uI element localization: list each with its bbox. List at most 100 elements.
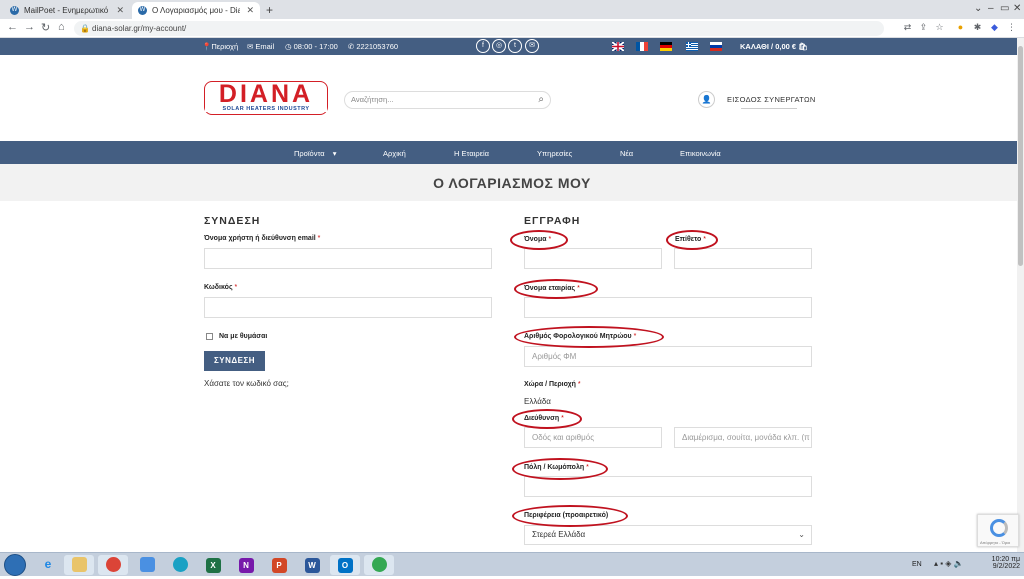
nav-item-services[interactable]: Υπηρεσίες	[537, 149, 572, 158]
chevron-down-icon: ⌄	[798, 530, 805, 539]
start-button[interactable]	[4, 554, 26, 576]
email-link[interactable]: ✉ Email	[247, 42, 274, 51]
shopping-bag-icon: 🛍	[798, 42, 808, 51]
username-label: Όνομα χρήστη ή διεύθυνση email *	[204, 235, 321, 242]
translate-icon[interactable]: ⇄	[902, 22, 913, 33]
back-icon[interactable]: ←	[7, 21, 18, 33]
bookmark-star-icon[interactable]: ☆	[934, 22, 945, 33]
remember-me-checkbox[interactable]	[206, 333, 213, 340]
password-label: Κωδικός *	[204, 284, 238, 291]
clock[interactable]: 10:20 πμ 9/2/2022	[992, 556, 1020, 570]
share-icon[interactable]: ⇪	[918, 22, 929, 33]
recaptcha-badge[interactable]: Απόρρητο - Όροι	[977, 514, 1019, 547]
url-bar[interactable]: 🔒 diana-solar.gr/my-account/	[74, 21, 884, 36]
chrome-taskbar-icon[interactable]	[98, 555, 128, 575]
forward-icon[interactable]: →	[24, 21, 35, 33]
browser-tab-account[interactable]: W Ο Λογαριασμός μου - Diana Sola ✕	[132, 2, 260, 19]
instagram-icon[interactable]: ◎	[492, 39, 506, 53]
logo-text: DIANA	[218, 80, 314, 108]
annotation-ellipse-region	[512, 505, 628, 527]
excel-taskbar-icon[interactable]: X	[198, 555, 228, 575]
scrollbar-thumb[interactable]	[1018, 46, 1023, 266]
more-menu-icon[interactable]: ⋮	[1006, 22, 1017, 33]
remember-me-label: Να με θυμάσαι	[219, 333, 268, 340]
address-line1-input[interactable]: Οδός και αριθμός	[524, 427, 662, 448]
password-input[interactable]	[204, 297, 492, 318]
annotation-ellipse-address	[512, 409, 582, 429]
country-label: Χώρα / Περιοχή *	[524, 381, 581, 388]
flag-uk-icon[interactable]	[612, 42, 624, 51]
flag-germany-icon[interactable]	[660, 42, 672, 51]
first-name-input[interactable]	[524, 248, 662, 269]
maximize-icon[interactable]: ▭	[1000, 3, 1009, 14]
nav-item-contact[interactable]: Επικοινωνία	[680, 149, 721, 158]
ie-taskbar-icon[interactable]: e	[33, 555, 63, 575]
chevron-down-icon: ▾	[332, 149, 337, 158]
site-topbar: 📍Περιοχή ✉ Email ◷ 08:00 - 17:00 ✆ 22210…	[0, 38, 1024, 55]
close-window-icon[interactable]: ✕	[1013, 3, 1021, 14]
flag-greece-icon[interactable]	[686, 42, 698, 51]
nav-item-company[interactable]: Η Εταιρεία	[454, 149, 489, 158]
extension-icon[interactable]: ●	[955, 22, 966, 33]
reload-icon[interactable]: ↻	[41, 21, 50, 34]
annotation-ellipse-vat	[514, 326, 664, 348]
email-social-icon[interactable]: ✉	[525, 39, 539, 53]
close-icon[interactable]: ✕	[116, 5, 124, 16]
store-taskbar-icon[interactable]	[132, 555, 162, 575]
site-logo[interactable]: DIANA SOLAR HEATERS INDUSTRY	[204, 81, 328, 115]
maps-taskbar-icon[interactable]	[364, 555, 394, 575]
nav-item-products[interactable]: Προϊόντα ▾	[294, 149, 337, 158]
lock-icon: 🔒	[80, 24, 90, 33]
page-title-band: Ο ΛΟΓΑΡΙΑΣΜΟΣ ΜΟΥ	[0, 164, 1024, 201]
search-icon[interactable]: ⌕	[538, 92, 544, 108]
username-input[interactable]	[204, 248, 492, 269]
last-name-input[interactable]	[674, 248, 812, 269]
location-pin-icon: 📍	[202, 42, 212, 51]
tray-icons[interactable]: ▴ ▪ ◈ 🔈	[934, 559, 964, 568]
wordpress-icon: W	[138, 6, 147, 15]
profile-icon[interactable]: ◆	[989, 22, 1000, 33]
close-icon[interactable]: ✕	[246, 5, 254, 16]
flag-france-icon[interactable]	[636, 42, 648, 51]
lost-password-link[interactable]: Χάσατε τον κωδικό σας;	[204, 379, 289, 388]
phone-link[interactable]: ✆ 2221053760	[348, 42, 398, 51]
browser-toolbar: ← → ↻ ⌂ 🔒 diana-solar.gr/my-account/ ⇄ ⇪…	[0, 19, 1024, 38]
annotation-ellipse-last-name	[666, 230, 718, 250]
search-input[interactable]: Αναζήτηση... ⌕	[344, 91, 551, 109]
language-indicator[interactable]: EN	[912, 561, 922, 568]
partner-login-link[interactable]: ΕΙΣΟΔΟΣ ΣΥΝΕΡΓΑΤΩΝ	[727, 95, 816, 104]
region-select[interactable]: Στερεά Ελλάδα ⌄	[524, 525, 812, 545]
login-button[interactable]: ΣΥΝΔΕΣΗ	[204, 351, 265, 371]
home-icon[interactable]: ⌂	[58, 21, 65, 33]
facebook-icon[interactable]: f	[476, 39, 490, 53]
region-link[interactable]: 📍Περιοχή	[202, 42, 238, 51]
onenote-taskbar-icon[interactable]: N	[231, 555, 261, 575]
user-icon[interactable]: 👤	[698, 91, 715, 108]
outlook-taskbar-icon[interactable]: O	[330, 555, 360, 575]
nav-item-news[interactable]: Νέα	[620, 149, 633, 158]
address-line2-input[interactable]: Διαμέρισμα, σουίτα, μονάδα κλπ. (π	[674, 427, 812, 448]
explorer-taskbar-icon[interactable]	[64, 555, 94, 575]
wordpress-icon: W	[10, 6, 19, 15]
new-tab-icon[interactable]: +	[266, 3, 273, 17]
powerpoint-taskbar-icon[interactable]: P	[264, 555, 294, 575]
word-taskbar-icon[interactable]: W	[297, 555, 327, 575]
register-title: ΕΓΓΡΑΦΗ	[524, 215, 581, 227]
minimize-icon[interactable]: –	[988, 3, 994, 14]
logo-tagline: SOLAR HEATERS INDUSTRY	[205, 106, 327, 112]
edge-taskbar-icon[interactable]	[165, 555, 195, 575]
twitter-icon[interactable]: t	[508, 39, 522, 53]
vat-input[interactable]: Αριθμός ΦΜ	[524, 346, 812, 367]
cart-link[interactable]: ΚΑΛΑΘΙ / 0,00 € 🛍	[740, 42, 808, 51]
browser-tabstrip: W MailPoet - Ενημερωτικό δελτίο - ✕ W Ο …	[0, 0, 1024, 19]
browser-tab-mailpoet[interactable]: W MailPoet - Ενημερωτικό δελτίο - ✕	[4, 2, 130, 19]
page-title: Ο ΛΟΓΑΡΙΑΣΜΟΣ ΜΟΥ	[433, 175, 591, 191]
page-scrollbar[interactable]	[1017, 38, 1024, 552]
company-input[interactable]	[524, 297, 812, 318]
flag-russia-icon[interactable]	[710, 42, 722, 51]
tab-title: Ο Λογαριασμός μου - Diana Sola	[152, 6, 241, 15]
nav-item-home[interactable]: Αρχική	[383, 149, 406, 158]
window-menu-icon[interactable]: ⌄	[974, 3, 982, 14]
puzzle-icon[interactable]: ✱	[972, 22, 983, 33]
url-text: diana-solar.gr/my-account/	[92, 24, 187, 33]
